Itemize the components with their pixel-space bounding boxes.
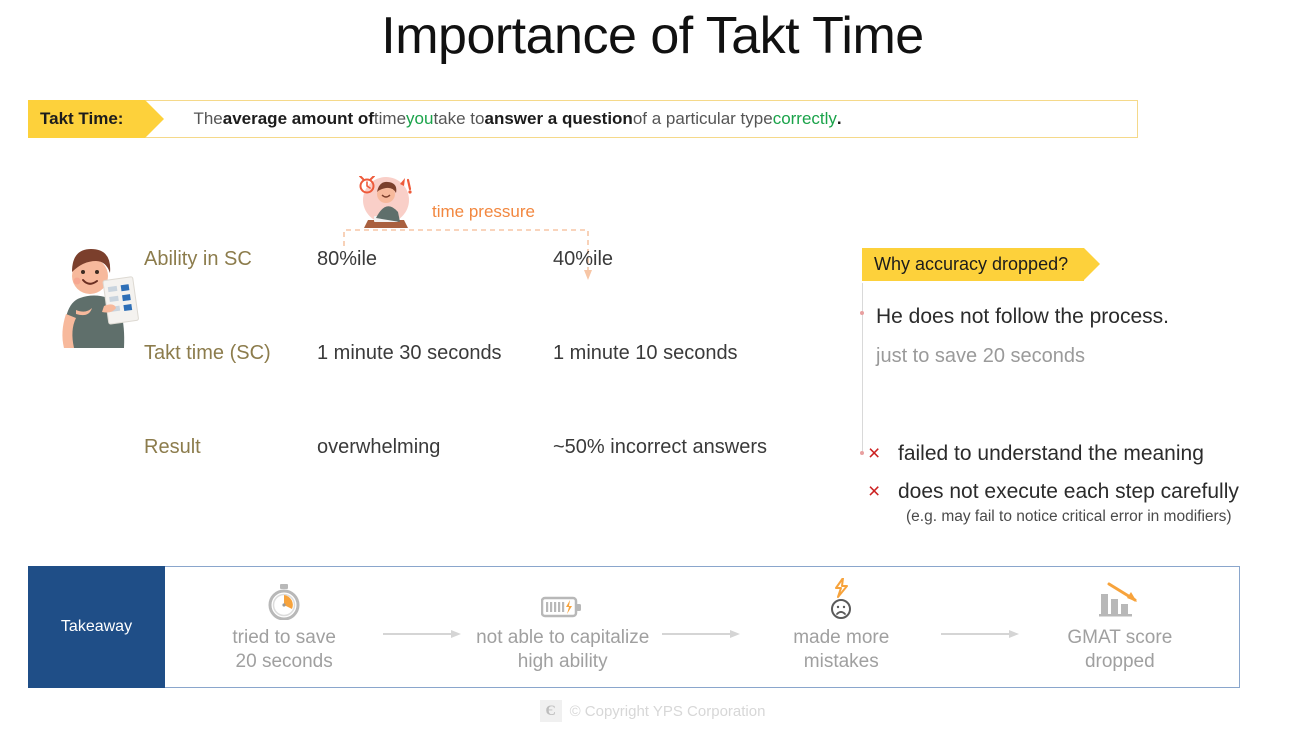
copyright-text: © Copyright YPS Corporation: [569, 702, 766, 720]
takeaway-step-4-line2: dropped: [1084, 651, 1155, 672]
takeaway-step-4-text: GMAT score dropped: [1067, 626, 1172, 675]
takeaway-step-3-line2: mistakes: [803, 651, 879, 672]
definition-seg-6-bold: answer a question: [484, 109, 633, 128]
definition-seg-7: of a particular type: [632, 109, 773, 128]
sad-face-icon: [826, 577, 856, 620]
flow-arrow-3: [937, 628, 1025, 640]
why-primary-reason: He does not follow the process.: [876, 305, 1169, 328]
cross-icon: ×: [868, 480, 881, 503]
why-failure-text-2: does not execute each step carefully: [898, 480, 1239, 503]
definition-seg-2-bold: average amount of: [222, 109, 374, 128]
takeaway-step-1-line2: 20 seconds: [235, 651, 333, 672]
yps-logo-icon: Є: [539, 700, 562, 722]
row-takt-time-col1: 1 minute 30 seconds: [317, 342, 502, 364]
slide-canvas: Importance of Takt Time Takt Time: The a…: [0, 0, 1305, 735]
row-ability-col2: 40%ile: [553, 248, 614, 270]
row-takt-time-col2: 1 minute 10 seconds: [553, 342, 738, 364]
cross-icon: ×: [868, 442, 881, 465]
takeaway-step-4-line1: GMAT score: [1067, 626, 1173, 648]
definition-seg-9: .: [836, 109, 842, 128]
takeaway-bar: Takeaway tried to save 20 seconds not ab…: [28, 566, 1240, 688]
takeaway-step-1-line1: tried to save: [232, 626, 336, 648]
definition-banner: Takt Time: The average amount of time yo…: [28, 100, 1138, 138]
why-node-dot-1: [859, 311, 864, 315]
definition-seg-5: take to: [433, 109, 485, 128]
why-failure-item-1: × failed to understand the meaning: [868, 442, 1204, 466]
row-label-takt-time: Takt time (SC): [144, 342, 271, 364]
why-accuracy-dropped-tag: Why accuracy dropped?: [862, 248, 1101, 281]
table-row: Ability in SC 80%ile 40%ile: [144, 248, 844, 342]
why-connector-line: [862, 283, 863, 453]
takeaway-step-1: tried to save 20 seconds: [189, 580, 379, 675]
takeaway-step-3-line1: made more: [793, 626, 890, 648]
confident-student-icon: [62, 249, 139, 348]
row-result-col1: overwhelming: [317, 436, 441, 458]
takeaway-steps: tried to save 20 seconds not able to cap…: [165, 567, 1239, 687]
row-result-col2: ~50% incorrect answers: [553, 436, 767, 458]
battery-icon: [540, 580, 585, 620]
why-failure-text-1: failed to understand the meaning: [898, 442, 1204, 465]
comparison-table: Ability in SC 80%ile 40%ile Takt time (S…: [144, 248, 844, 530]
takeaway-step-3-text: made more mistakes: [793, 626, 889, 675]
flow-arrow-1: [379, 628, 467, 640]
takeaway-tag-label: Takeaway: [28, 566, 165, 688]
table-row: Result overwhelming ~50% incorrect answe…: [144, 436, 844, 530]
time-pressure-label: time pressure: [432, 202, 535, 221]
bar-chart-down-icon: [1097, 580, 1143, 620]
why-failure-note: (e.g. may fail to notice critical error …: [906, 508, 1232, 525]
takeaway-step-1-text: tried to save 20 seconds: [232, 626, 336, 675]
definition-tag-label: Takt Time:: [28, 100, 165, 138]
table-row: Takt time (SC) 1 minute 30 seconds 1 min…: [144, 342, 844, 436]
takeaway-step-2-line2: high ability: [517, 651, 608, 672]
takeaway-step-2: not able to capitalize high ability: [468, 580, 658, 675]
definition-seg-8-highlight: correctly: [772, 109, 837, 128]
footer: Є © Copyright YPS Corporation: [0, 700, 1305, 722]
definition-text: The average amount of time you take to a…: [145, 101, 1137, 137]
why-sub-reason: just to save 20 seconds: [876, 345, 1086, 367]
takeaway-step-3: made more mistakes: [746, 577, 936, 675]
stressed-student-icon: [359, 175, 412, 228]
why-node-dot-2: [859, 451, 864, 455]
row-ability-col1: 80%ile: [317, 248, 378, 270]
row-label-result: Result: [144, 436, 201, 458]
flow-arrow-2: [658, 628, 746, 640]
stopwatch-icon: [267, 580, 301, 620]
definition-seg-1: The: [193, 109, 223, 128]
takeaway-step-4: GMAT score dropped: [1025, 580, 1215, 675]
definition-seg-3: time: [373, 109, 407, 128]
takeaway-step-2-line1: not able to capitalize: [476, 626, 650, 648]
row-label-ability: Ability in SC: [144, 248, 252, 270]
page-title: Importance of Takt Time: [381, 7, 924, 65]
takeaway-step-2-text: not able to capitalize high ability: [476, 626, 649, 675]
definition-seg-4-highlight: you: [406, 109, 434, 128]
why-failure-item-2: × does not execute each step carefully: [868, 480, 1239, 504]
